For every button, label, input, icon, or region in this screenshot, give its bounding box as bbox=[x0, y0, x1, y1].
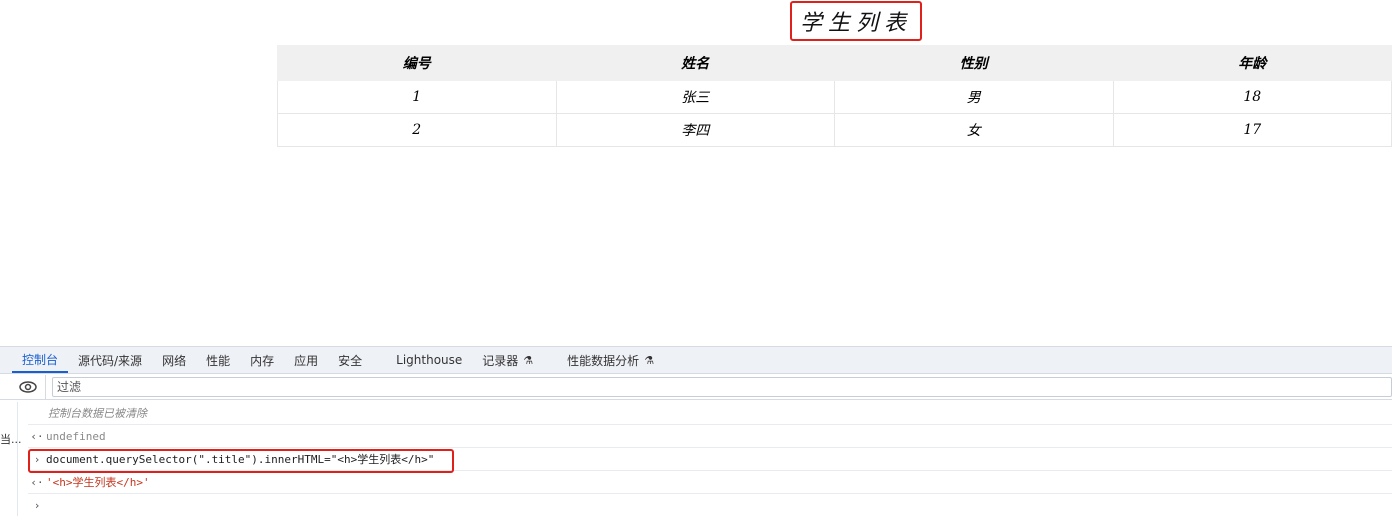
cell-id: 1 bbox=[277, 80, 557, 114]
eye-icon[interactable] bbox=[10, 374, 46, 399]
tab-label: 内存 bbox=[250, 353, 275, 368]
tab-memory[interactable]: 内存 bbox=[240, 347, 284, 373]
tab-label: Lighthouse bbox=[396, 353, 463, 367]
devtools-tabbar: 控制台 源代码/来源 网络 性能 内存 应用 安全 Lighthouse 记录器… bbox=[0, 347, 1392, 374]
cell-name: 张三 bbox=[555, 80, 835, 114]
console-line-result: ‹· undefined bbox=[28, 425, 1392, 448]
console-sidebar: 当... bbox=[0, 402, 22, 516]
cell-gender: 女 bbox=[834, 113, 1114, 147]
header-age: 年龄 bbox=[1112, 45, 1392, 81]
console-output: 控制台数据已被清除 ‹· undefined › document.queryS… bbox=[28, 402, 1392, 517]
console-line-command: › document.querySelector(".title").inner… bbox=[28, 448, 1392, 473]
tab-label: 性能数据分析 bbox=[567, 353, 640, 368]
devtools-panel: 控制台 源代码/来源 网络 性能 内存 应用 安全 Lighthouse 记录器… bbox=[0, 346, 1392, 517]
table-row: 1 张三 男 18 bbox=[277, 80, 1392, 114]
cell-age: 17 bbox=[1112, 113, 1392, 147]
title-highlight: 学生列表 bbox=[790, 1, 922, 41]
tab-recorder[interactable]: 记录器 ⚗ bbox=[472, 347, 543, 373]
page-title: 学生列表 bbox=[799, 11, 912, 36]
tab-sources[interactable]: 源代码/来源 bbox=[68, 347, 152, 373]
tab-network[interactable]: 网络 bbox=[152, 347, 196, 373]
tab-performance[interactable]: 性能 bbox=[196, 347, 240, 373]
tab-label: 安全 bbox=[338, 353, 363, 368]
table-header-row: 编号 姓名 性别 年龄 bbox=[277, 45, 1392, 81]
return-arrow-icon: ‹· bbox=[30, 429, 44, 443]
console-line-cleared: 控制台数据已被清除 bbox=[28, 402, 1392, 425]
console-undefined: undefined bbox=[46, 429, 106, 443]
tab-label: 控制台 bbox=[22, 352, 59, 367]
tab-console[interactable]: 控制台 bbox=[12, 347, 69, 373]
tab-label: 记录器 bbox=[482, 353, 519, 368]
header-name: 姓名 bbox=[555, 45, 835, 81]
tab-security[interactable]: 安全 bbox=[328, 347, 372, 373]
tab-lighthouse[interactable]: Lighthouse bbox=[386, 347, 472, 373]
sidebar-label: 当... bbox=[0, 433, 22, 446]
tab-performance-insights[interactable]: 性能数据分析 ⚗ bbox=[557, 347, 664, 373]
return-arrow-icon: ‹· bbox=[30, 475, 44, 489]
console-result: '<h>学生列表</h>' bbox=[46, 476, 150, 489]
tab-label: 源代码/来源 bbox=[78, 353, 143, 368]
console-command: document.querySelector(".title").innerHT… bbox=[46, 453, 435, 466]
console-line-result: ‹· '<h>学生列表</h>' bbox=[28, 471, 1392, 494]
flask-icon: ⚗ bbox=[523, 353, 534, 367]
console-prompt-line[interactable]: › bbox=[28, 494, 1392, 517]
tab-application[interactable]: 应用 bbox=[284, 347, 328, 373]
cell-gender: 男 bbox=[834, 80, 1114, 114]
cell-age: 18 bbox=[1112, 80, 1392, 114]
tab-label: 网络 bbox=[162, 353, 187, 368]
page-content: 学生列表 编号 姓名 性别 年龄 1 张三 男 18 2 李四 女 17 bbox=[0, 0, 1392, 346]
table-row: 2 李四 女 17 bbox=[277, 113, 1392, 147]
console-cleared-message: 控制台数据已被清除 bbox=[48, 407, 147, 420]
prompt-chevron-icon: › bbox=[33, 499, 41, 512]
header-gender: 性别 bbox=[834, 45, 1114, 81]
cell-id: 2 bbox=[277, 113, 557, 147]
input-chevron-icon: › bbox=[33, 452, 41, 466]
tab-label: 性能 bbox=[206, 353, 231, 368]
header-id: 编号 bbox=[277, 45, 557, 81]
cell-name: 李四 bbox=[555, 113, 835, 147]
student-table: 编号 姓名 性别 年龄 1 张三 男 18 2 李四 女 17 bbox=[277, 45, 1392, 147]
filter-input[interactable] bbox=[52, 376, 1392, 397]
tab-label: 应用 bbox=[294, 353, 319, 368]
flask-icon: ⚗ bbox=[644, 353, 655, 367]
console-filterbar bbox=[0, 374, 1392, 400]
